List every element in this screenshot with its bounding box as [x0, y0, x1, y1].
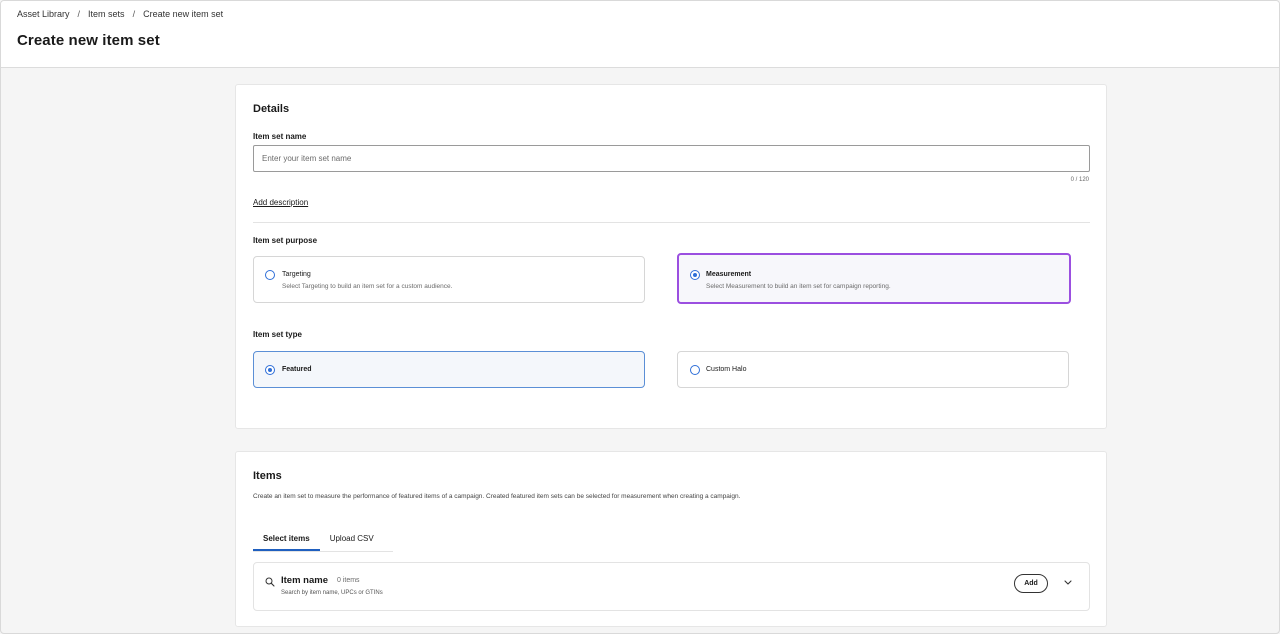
radio-icon[interactable] [690, 270, 700, 280]
purpose-option-title: Measurement [706, 271, 752, 278]
type-option-featured[interactable]: Featured [253, 351, 645, 388]
radio-icon[interactable] [265, 270, 275, 280]
breadcrumb-separator: / [77, 9, 81, 19]
divider [253, 222, 1090, 223]
add-button[interactable]: Add [1014, 574, 1048, 593]
chevron-down-icon[interactable] [1063, 579, 1073, 587]
app-frame: Asset Library / Item sets / Create new i… [0, 0, 1280, 634]
add-description-link[interactable]: Add description [253, 198, 308, 207]
items-tabs: Select items Upload CSV [253, 530, 393, 552]
breadcrumb-current: Create new item set [143, 9, 224, 19]
search-icon [265, 577, 275, 587]
item-count: 0 items [337, 577, 360, 584]
radio-icon[interactable] [265, 365, 275, 375]
item-name-label[interactable]: Item name [281, 575, 328, 586]
items-card: Items Create an item set to measure the … [235, 451, 1107, 627]
radio-icon[interactable] [690, 365, 700, 375]
breadcrumb-asset-library[interactable]: Asset Library [17, 9, 70, 19]
purpose-option-description: Select Targeting to build an item set fo… [282, 283, 453, 290]
type-option-title: Featured [282, 366, 312, 373]
item-set-type-label: Item set type [253, 330, 302, 339]
type-option-title: Custom Halo [706, 366, 747, 373]
tab-upload-csv[interactable]: Upload CSV [320, 530, 384, 551]
purpose-option-measurement[interactable]: Measurement Select Measurement to build … [677, 253, 1071, 304]
tab-select-items[interactable]: Select items [253, 530, 320, 551]
page-title: Create new item set [17, 32, 160, 49]
items-description: Create an item set to measure the perfor… [253, 493, 741, 500]
items-title: Items [253, 470, 282, 482]
type-option-custom-halo[interactable]: Custom Halo [677, 351, 1069, 388]
char-count: 0 / 120 [1070, 177, 1089, 183]
item-search-hint: Search by item name, UPCs or GTINs [281, 590, 383, 596]
breadcrumb-separator: / [132, 9, 136, 19]
item-set-purpose-label: Item set purpose [253, 236, 318, 245]
details-title: Details [253, 103, 290, 115]
breadcrumb: Asset Library / Item sets / Create new i… [17, 9, 223, 19]
details-card: Details Item set name 0 / 120 Add descri… [235, 84, 1107, 429]
item-name-row: Item name 0 items Search by item name, U… [253, 562, 1090, 611]
item-set-name-label: Item set name [253, 132, 307, 141]
item-set-name-input[interactable] [253, 145, 1090, 172]
breadcrumb-item-sets[interactable]: Item sets [88, 9, 125, 19]
page-header: Asset Library / Item sets / Create new i… [1, 1, 1279, 68]
purpose-option-description: Select Measurement to build an item set … [706, 283, 891, 290]
purpose-option-targeting[interactable]: Targeting Select Targeting to build an i… [253, 256, 645, 303]
purpose-option-title: Targeting [282, 271, 311, 278]
